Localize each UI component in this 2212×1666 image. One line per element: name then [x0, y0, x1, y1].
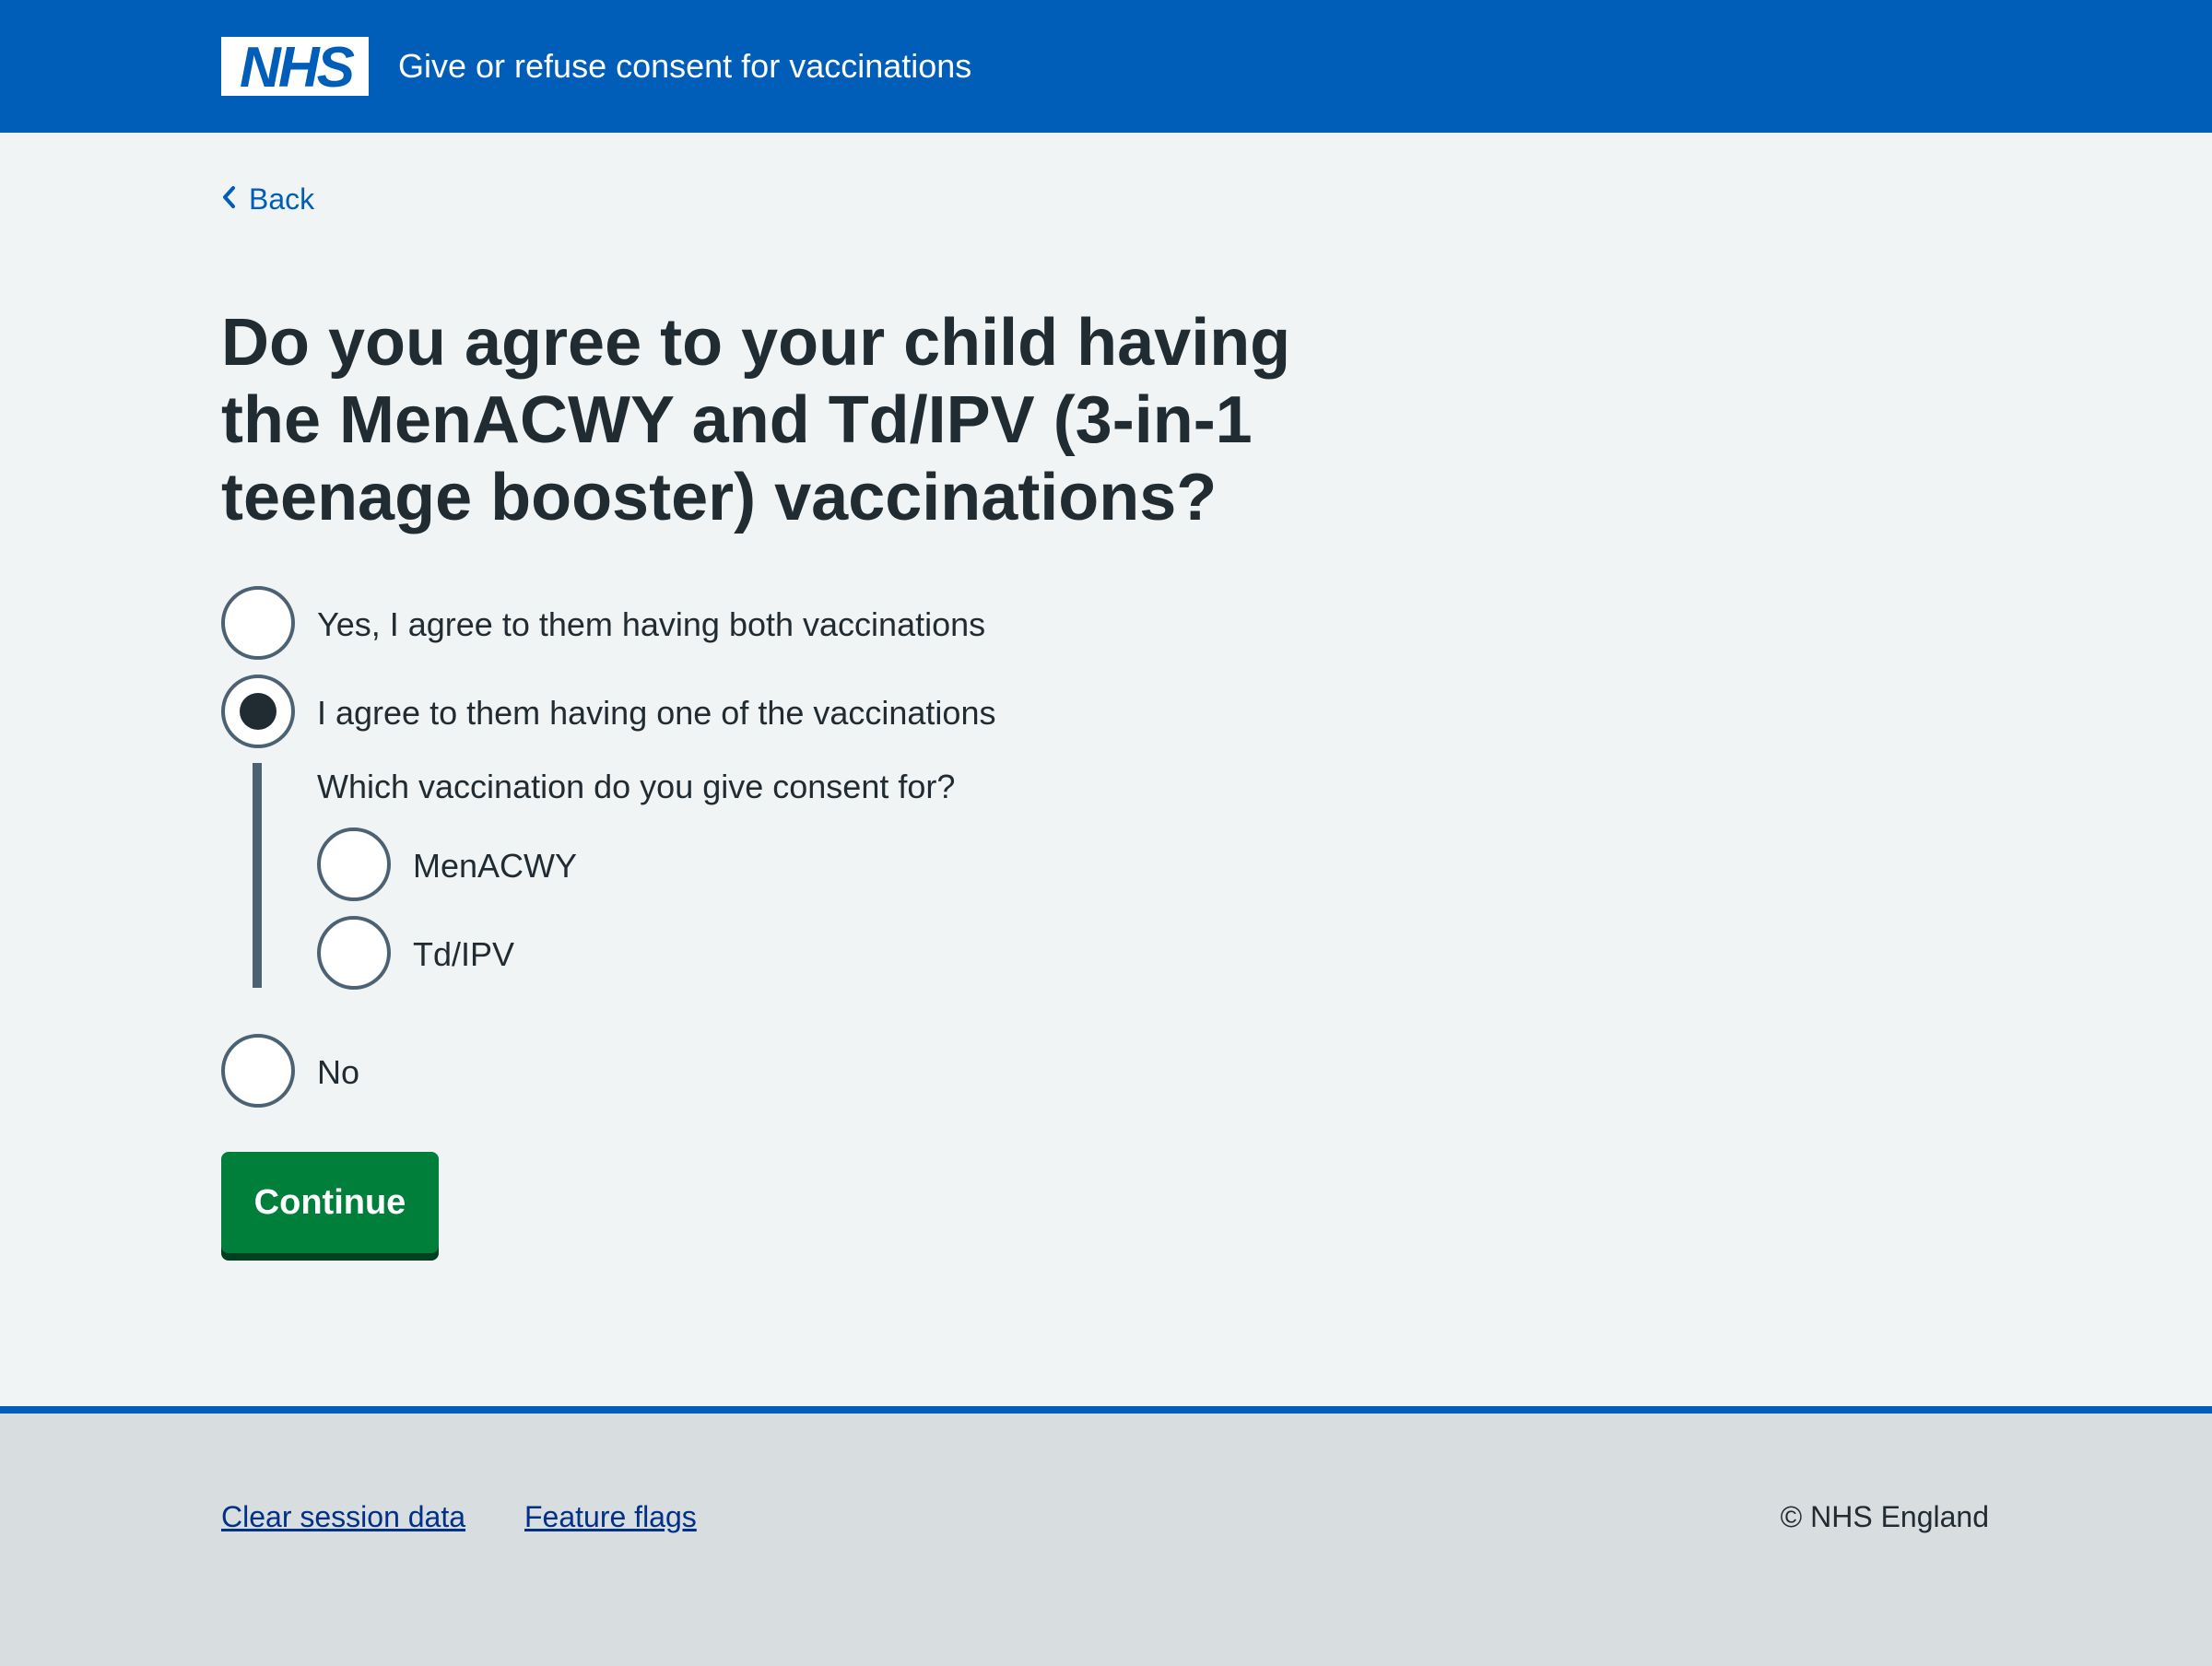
continue-button[interactable]: Continue — [221, 1152, 439, 1253]
back-link-label: Back — [249, 182, 315, 216]
chevron-left-icon — [221, 179, 236, 219]
radio-selected-dot — [240, 693, 276, 730]
radio-yes-both[interactable] — [221, 586, 295, 660]
radio-menacwy-label[interactable]: MenACWY — [413, 844, 577, 888]
nhs-logo-graphic: NHS — [221, 37, 369, 96]
radio-td-ipv-label[interactable]: Td/IPV — [413, 933, 514, 977]
site-footer: Clear session data Feature flags © NHS E… — [0, 1406, 2212, 1666]
radio-yes-both-label[interactable]: Yes, I agree to them having both vaccina… — [317, 603, 985, 647]
radio-menacwy[interactable] — [317, 827, 391, 901]
feature-flags-link[interactable]: Feature flags — [524, 1496, 697, 1537]
conditional-question: Which vaccination do you give consent fo… — [317, 768, 956, 805]
back-link[interactable]: Back — [221, 179, 314, 219]
service-name[interactable]: Give or refuse consent for vaccinations — [398, 42, 971, 90]
nhs-logo-text: NHS — [240, 37, 355, 96]
radio-no-label[interactable]: No — [317, 1050, 359, 1095]
radio-td-ipv[interactable] — [317, 916, 391, 990]
clear-session-data-link[interactable]: Clear session data — [221, 1496, 465, 1537]
conditional-reveal-border — [253, 763, 262, 988]
radio-one-of[interactable] — [221, 675, 295, 748]
radio-no[interactable] — [221, 1034, 295, 1108]
site-header: NHS Give or refuse consent for vaccinati… — [0, 0, 2212, 133]
nhs-logo[interactable]: NHS — [221, 37, 369, 96]
radio-one-of-label[interactable]: I agree to them having one of the vaccin… — [317, 691, 995, 735]
page-title: Do you agree to your child having the Me… — [221, 306, 1291, 534]
copyright: © NHS England — [1780, 1500, 1989, 1533]
